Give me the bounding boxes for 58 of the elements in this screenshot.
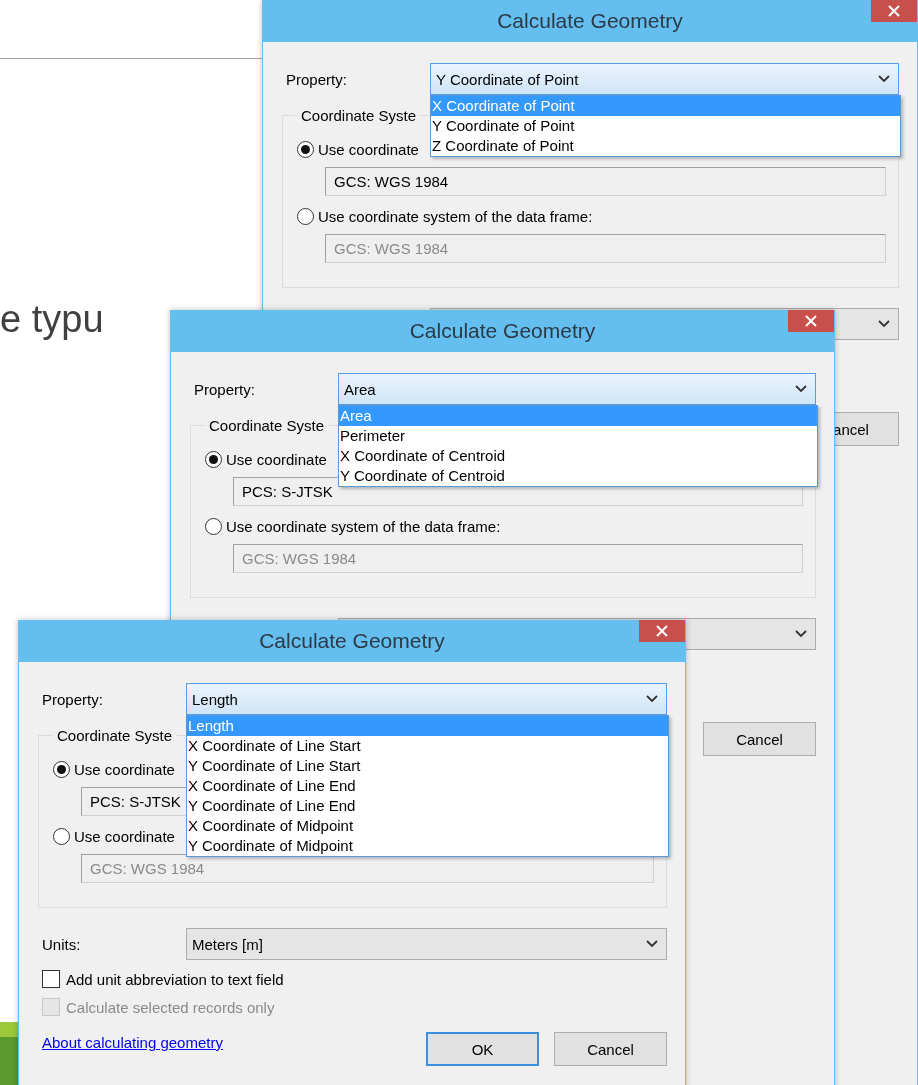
dropdown-option[interactable]: Z Coordinate of Point bbox=[431, 136, 900, 156]
units-label: Units: bbox=[42, 935, 82, 953]
slide-text: e typu bbox=[0, 298, 104, 341]
radio-button[interactable] bbox=[53, 760, 70, 778]
radio-label: Use coordinate bbox=[74, 827, 175, 845]
dropdown-option[interactable]: Y Coordinate of Midpoint bbox=[187, 836, 668, 856]
checkbox[interactable] bbox=[42, 970, 60, 988]
radio-button[interactable] bbox=[205, 517, 222, 535]
dialog-button[interactable]: OK bbox=[426, 1032, 539, 1066]
close-icon bbox=[656, 625, 668, 637]
close-button[interactable] bbox=[639, 620, 685, 642]
dropdown-option[interactable]: X Coordinate of Centroid bbox=[339, 446, 817, 466]
dropdown-option[interactable]: X Coordinate of Midpoint bbox=[187, 816, 668, 836]
property-dropdown[interactable]: Y Coordinate of Point bbox=[430, 63, 899, 95]
dropdown-option[interactable]: X Coordinate of Line End bbox=[187, 776, 668, 796]
property-label: Property: bbox=[194, 380, 256, 398]
property-dropdown[interactable]: Length bbox=[186, 683, 667, 715]
units-dropdown[interactable]: Meters [m] bbox=[186, 928, 667, 960]
text-field[interactable]: GCS: WGS 1984 bbox=[325, 167, 886, 196]
window-title: Calculate Geometry bbox=[497, 9, 683, 33]
property-dropdown[interactable]: Area bbox=[338, 373, 816, 405]
radio-label: Use coordinate system of the data frame: bbox=[318, 207, 593, 225]
checkbox-label: Add unit abbreviation to text field bbox=[66, 970, 284, 988]
radio-label: Use coordinate bbox=[226, 450, 327, 468]
dialog-button[interactable]: Cancel bbox=[703, 722, 816, 756]
window-title: Calculate Geometry bbox=[409, 319, 596, 343]
chevron-down-icon bbox=[878, 75, 890, 83]
chevron-down-icon bbox=[795, 630, 807, 638]
radio-button[interactable] bbox=[205, 450, 222, 468]
close-icon bbox=[805, 315, 817, 327]
chevron-down-icon bbox=[878, 320, 890, 328]
dialog-button[interactable]: Cancel bbox=[554, 1032, 667, 1066]
radio-label: Use coordinate bbox=[318, 140, 419, 158]
dropdown-option[interactable]: Y Coordinate of Line Start bbox=[187, 756, 668, 776]
chevron-down-icon bbox=[646, 695, 658, 703]
radio-button[interactable] bbox=[53, 827, 70, 845]
chevron-down-icon bbox=[795, 385, 807, 393]
radio-label: Use coordinate system of the data frame: bbox=[226, 517, 501, 535]
window-title: Calculate Geometry bbox=[259, 629, 445, 653]
radio-label: Use coordinate bbox=[74, 760, 175, 778]
radio-button[interactable] bbox=[297, 207, 314, 225]
dropdown-option[interactable]: X Coordinate of Line Start bbox=[187, 736, 668, 756]
radio-button[interactable] bbox=[297, 140, 314, 158]
close-icon bbox=[888, 5, 900, 17]
group-title: Coordinate Syste bbox=[56, 727, 174, 744]
group-title: Coordinate Syste bbox=[208, 417, 326, 434]
dropdown-option[interactable]: Y Coordinate of Centroid bbox=[339, 466, 817, 486]
dropdown-option[interactable]: Perimeter bbox=[339, 426, 817, 446]
close-button[interactable] bbox=[788, 310, 834, 332]
close-button[interactable] bbox=[871, 0, 917, 22]
chevron-down-icon bbox=[646, 940, 658, 948]
checkbox-label: Calculate selected records only bbox=[66, 998, 275, 1016]
dropdown-option[interactable]: Y Coordinate of Point bbox=[431, 116, 900, 136]
property-label: Property: bbox=[42, 690, 104, 708]
property-label: Property: bbox=[286, 70, 348, 88]
help-link[interactable]: About calculating geometry bbox=[42, 1034, 223, 1051]
dropdown-option[interactable]: Y Coordinate of Line End bbox=[187, 796, 668, 816]
group-title: Coordinate Syste bbox=[300, 107, 418, 124]
